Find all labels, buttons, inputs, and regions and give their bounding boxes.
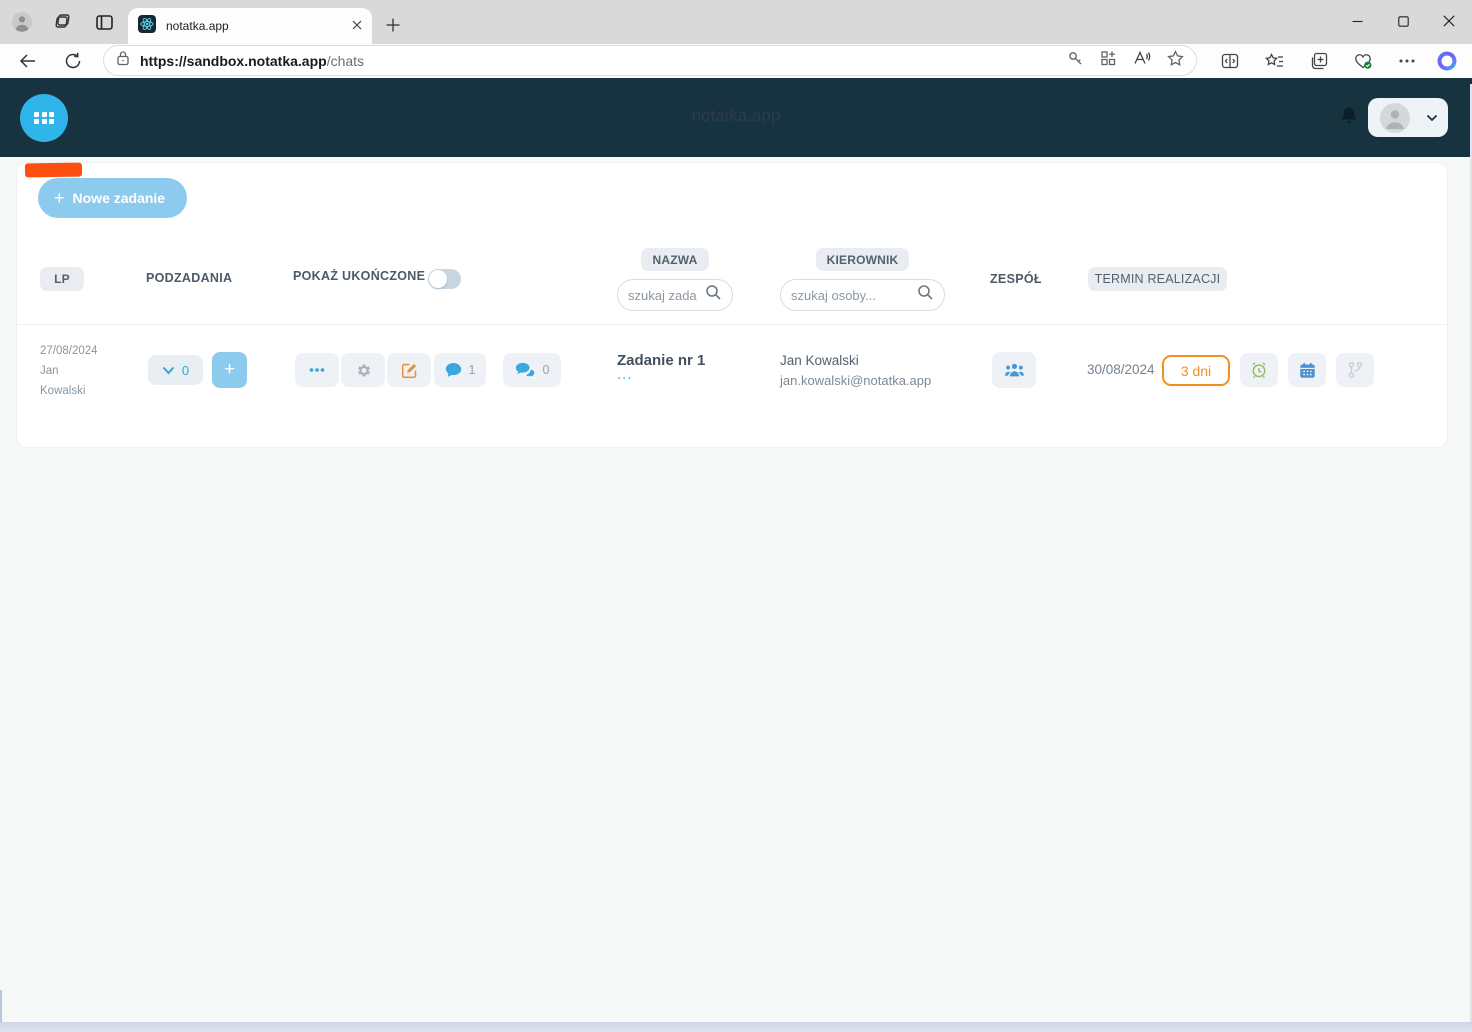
column-header-deadline: TERMIN REALIZACJI xyxy=(1088,267,1227,291)
apps-install-icon[interactable] xyxy=(1100,50,1117,72)
favorite-star-icon[interactable] xyxy=(1167,49,1184,72)
branch-button[interactable] xyxy=(1336,353,1374,387)
group-comment-count: 0 xyxy=(542,363,550,377)
subtask-count: 0 xyxy=(181,362,190,378)
workspaces-icon[interactable] xyxy=(52,11,74,33)
read-aloud-icon[interactable] xyxy=(1133,50,1151,71)
author-last-name: Kowalski xyxy=(40,385,86,397)
browser-window: notatka.app https://sandbox.notatka.app/… xyxy=(0,0,1472,1032)
window-bottom-edge xyxy=(0,1022,1472,1032)
chevron-down-icon xyxy=(162,366,175,374)
minimize-icon[interactable] xyxy=(1334,0,1380,42)
tab-close-icon[interactable] xyxy=(352,17,362,35)
row-edit-button[interactable] xyxy=(387,353,431,387)
column-header-subtasks: PODZADANIA xyxy=(146,271,233,285)
url-host: https://sandbox.notatka.app xyxy=(140,52,327,69)
chat-bubble-icon xyxy=(445,363,461,377)
calendar-icon xyxy=(1299,362,1315,378)
browser-tab-strip: notatka.app xyxy=(0,0,1472,44)
edit-icon xyxy=(401,363,416,378)
row-group-comments-button[interactable]: 0 xyxy=(503,353,561,387)
column-header-team: ZESPÓŁ xyxy=(990,272,1042,286)
task-search-input[interactable] xyxy=(628,287,713,303)
favorites-bar-icon[interactable] xyxy=(1261,48,1287,74)
password-key-icon[interactable] xyxy=(1067,50,1084,72)
days-left-badge: 3 dni xyxy=(1162,355,1230,386)
chat-bubbles-icon xyxy=(515,362,535,379)
site-lock-icon[interactable] xyxy=(116,50,130,71)
copilot-icon[interactable] xyxy=(1434,48,1460,74)
header-row-divider xyxy=(17,324,1447,325)
alarm-clock-icon xyxy=(1252,362,1266,379)
plus-icon: + xyxy=(54,188,65,208)
team-button[interactable] xyxy=(992,352,1036,388)
collections-icon[interactable] xyxy=(1306,48,1332,74)
browser-profile-icon[interactable] xyxy=(11,11,33,33)
new-task-button[interactable]: + Nowe zadanie xyxy=(38,178,188,218)
new-task-label: Nowe zadanie xyxy=(72,190,166,206)
tab-actions-icon[interactable] xyxy=(93,11,115,33)
manager-email: jan.kowalski@notatka.app xyxy=(780,373,932,388)
subtasks-expand-button[interactable]: 0 xyxy=(148,355,203,385)
tasks-card: + Nowe zadanie LP PODZADANIA POKAŻ UKOŃC… xyxy=(17,162,1447,447)
manager-search-box xyxy=(780,279,945,311)
redaction-mark xyxy=(24,162,83,178)
gear-icon xyxy=(357,363,370,377)
settings-more-icon[interactable] xyxy=(1394,48,1420,74)
browser-essentials-icon[interactable] xyxy=(1350,48,1376,74)
favicon-react-icon xyxy=(138,14,156,38)
search-icon[interactable] xyxy=(705,284,722,306)
back-icon[interactable] xyxy=(15,48,41,74)
row-comments-button[interactable]: 1 xyxy=(434,353,486,387)
search-icon[interactable] xyxy=(917,284,934,306)
reminder-button[interactable] xyxy=(1240,353,1278,387)
browser-tab[interactable]: notatka.app xyxy=(128,8,372,44)
tab-title: notatka.app xyxy=(166,19,229,33)
column-header-name: NAZWA xyxy=(641,248,709,271)
team-icon xyxy=(1004,363,1024,377)
comment-count: 1 xyxy=(468,363,476,377)
author-first-name: Jan xyxy=(40,365,59,377)
created-date: 27/08/2024 xyxy=(40,345,98,357)
app-header: notatka.app xyxy=(0,78,1472,157)
main-content: + Nowe zadanie LP PODZADANIA POKAŻ UKOŃC… xyxy=(0,157,1472,1022)
row-more-button[interactable] xyxy=(295,353,339,387)
manager-search-input[interactable] xyxy=(791,287,917,303)
ellipsis-icon xyxy=(309,368,325,372)
avatar xyxy=(1380,102,1410,133)
task-more-link[interactable]: ... xyxy=(617,367,633,382)
toggle-knob xyxy=(429,270,447,288)
column-header-show-completed: POKAŻ UKOŃCZONE xyxy=(293,269,426,283)
app-title: notatka.app xyxy=(691,106,781,125)
manager-name: Jan Kowalski xyxy=(780,353,859,368)
plus-icon: + xyxy=(223,359,236,380)
show-completed-toggle[interactable] xyxy=(428,269,461,289)
new-tab-icon[interactable] xyxy=(382,14,404,36)
task-search-box xyxy=(617,279,733,311)
row-created-info: 27/08/2024 Jan Kowalski xyxy=(40,341,98,401)
split-screen-icon[interactable] xyxy=(1217,48,1243,74)
deadline-date: 30/08/2024 xyxy=(1087,362,1155,377)
maximize-icon[interactable] xyxy=(1380,0,1426,42)
url-path: /chats xyxy=(326,52,365,69)
user-menu[interactable] xyxy=(1368,98,1448,137)
close-window-icon[interactable] xyxy=(1426,0,1472,42)
address-bar[interactable]: https://sandbox.notatka.app/chats xyxy=(103,45,1197,76)
column-header-manager: KIEROWNIK xyxy=(816,248,909,271)
calendar-button[interactable] xyxy=(1288,353,1326,387)
url-text[interactable]: https://sandbox.notatka.app/chats xyxy=(140,53,364,69)
window-controls xyxy=(1334,0,1472,44)
chevron-down-icon xyxy=(1426,109,1438,127)
add-subtask-button[interactable]: + xyxy=(212,352,247,388)
refresh-icon[interactable] xyxy=(60,48,86,74)
notification-bell-icon[interactable] xyxy=(1340,106,1358,131)
branch-icon xyxy=(1348,361,1363,379)
row-settings-button[interactable] xyxy=(341,353,385,387)
column-header-lp: LP xyxy=(40,267,84,291)
